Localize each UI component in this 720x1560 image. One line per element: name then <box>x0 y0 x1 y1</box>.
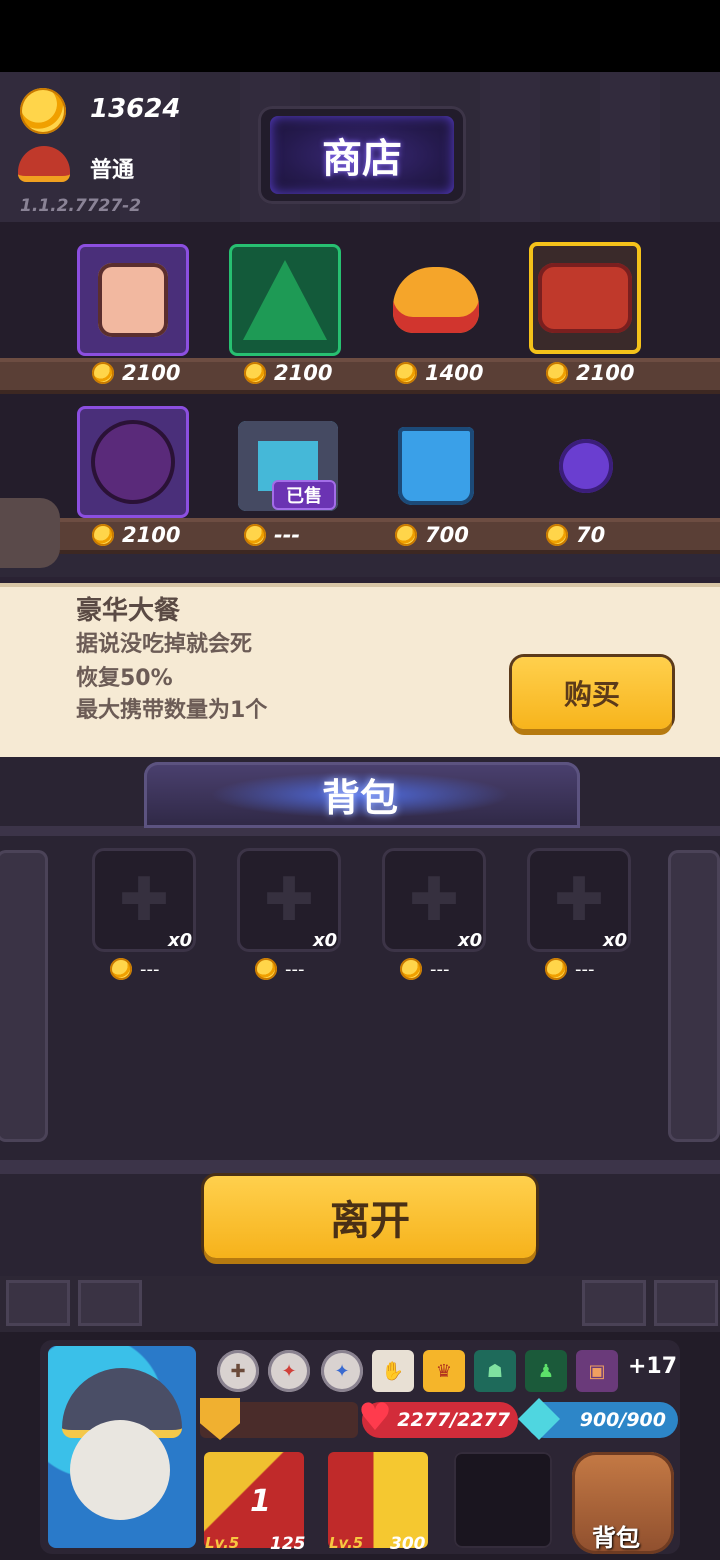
fence-crate <box>654 1280 718 1326</box>
red-flame-buff-icon[interactable]: ✦ <box>268 1350 310 1392</box>
price-feast: 2100 <box>546 361 634 385</box>
slot-qty-3: x0 <box>458 930 483 951</box>
backpack-button-label: 背包 <box>592 1524 640 1552</box>
price-fist: 2100 <box>92 361 180 385</box>
fence-crate <box>6 1280 70 1326</box>
price-pudding: 1400 <box>395 361 483 385</box>
price-blueberry: 70 <box>546 523 605 547</box>
heart-icon: ♥ <box>358 1395 393 1439</box>
shop-item-juice[interactable] <box>380 410 492 522</box>
shop-item-tent[interactable] <box>229 244 341 356</box>
juice-icon <box>398 427 474 505</box>
coin-icon <box>110 958 132 980</box>
more-buffs-count[interactable]: +17 <box>628 1354 677 1379</box>
weapon-2-value: 300 <box>390 1534 426 1554</box>
skull-face-icon <box>70 1420 170 1520</box>
weapon-1-level: Lv.5 <box>205 1534 240 1552</box>
shop-item-mask[interactable] <box>77 406 189 518</box>
slot-price-1: --- <box>110 958 160 980</box>
slot-qty-1: x0 <box>168 930 193 951</box>
coin-icon <box>546 524 568 546</box>
slot-qty-2: x0 <box>313 930 338 951</box>
shop-item-blueberry[interactable] <box>530 410 642 522</box>
item-title: 豪华大餐 <box>76 596 181 626</box>
fence-crate <box>78 1280 142 1326</box>
coin-icon <box>400 958 422 980</box>
runner-buff-icon[interactable]: ♟ <box>525 1350 567 1392</box>
barrel-decoration <box>0 498 60 568</box>
chest-buff-icon[interactable]: ▣ <box>576 1350 618 1392</box>
mask-icon <box>91 420 175 504</box>
coin-icon <box>395 362 417 384</box>
price-whale: --- <box>244 523 300 547</box>
shop-item-fist[interactable] <box>77 244 189 356</box>
fist-icon <box>98 263 168 337</box>
slot-qty-4: x0 <box>603 930 628 951</box>
backpack-floor <box>0 1160 720 1174</box>
tent-icon <box>243 260 327 340</box>
shop-item-pudding[interactable] <box>380 244 492 356</box>
coin-icon <box>546 362 568 384</box>
zombie-buff-icon[interactable]: ☗ <box>474 1350 516 1392</box>
weapon-2-level: Lv.5 <box>329 1534 364 1552</box>
version-label: 1.1.2.7727-2 <box>20 196 142 216</box>
blueberry-icon <box>559 439 613 493</box>
item-desc-line-3: 最大携带数量为1个 <box>76 698 268 723</box>
weapon-1-count: 1 <box>250 1484 271 1519</box>
slot-price-4: --- <box>545 958 595 980</box>
coin-icon <box>545 958 567 980</box>
buy-button[interactable]: 购买 <box>512 657 672 729</box>
backpack-right-pillar <box>668 850 720 1142</box>
sold-badge: 已售 <box>272 480 336 510</box>
price-mask: 2100 <box>92 523 180 547</box>
fence-crate <box>582 1280 646 1326</box>
backpack-left-pillar <box>0 850 48 1142</box>
leave-button[interactable]: 离开 <box>204 1176 536 1258</box>
pudding-icon <box>393 267 479 333</box>
coin-icon <box>244 362 266 384</box>
slot-price-3: --- <box>400 958 450 980</box>
shop-item-feast[interactable] <box>529 242 641 354</box>
coin-icon <box>244 524 266 546</box>
roast-meat-icon <box>538 263 632 333</box>
coin-count: 13624 <box>90 94 181 124</box>
top-black-bar <box>0 0 720 72</box>
item-desc-line-2: 恢复50% <box>76 666 173 691</box>
crown-shield-buff-icon[interactable]: ♛ <box>423 1350 465 1392</box>
item-desc-line-1: 据说没吃掉就会死 <box>76 632 253 657</box>
coin-icon <box>92 524 114 546</box>
coin-icon <box>20 88 66 134</box>
price-tent: 2100 <box>244 361 332 385</box>
coin-icon <box>92 362 114 384</box>
cross-buff-icon[interactable]: ✚ <box>217 1350 259 1392</box>
backpack-title: 背包 <box>321 775 398 820</box>
coin-icon <box>255 958 277 980</box>
difficulty-label: 普通 <box>90 158 135 183</box>
blue-flame-buff-icon[interactable]: ✦ <box>321 1350 363 1392</box>
weapon-slot-empty[interactable] <box>454 1452 552 1548</box>
shop-title: 商店 <box>270 116 454 194</box>
coin-icon <box>395 524 417 546</box>
price-juice: 700 <box>395 523 469 547</box>
handshake-buff-icon[interactable]: ✋ <box>372 1350 414 1392</box>
slot-price-2: --- <box>255 958 305 980</box>
weapon-1-value: 125 <box>270 1534 306 1554</box>
